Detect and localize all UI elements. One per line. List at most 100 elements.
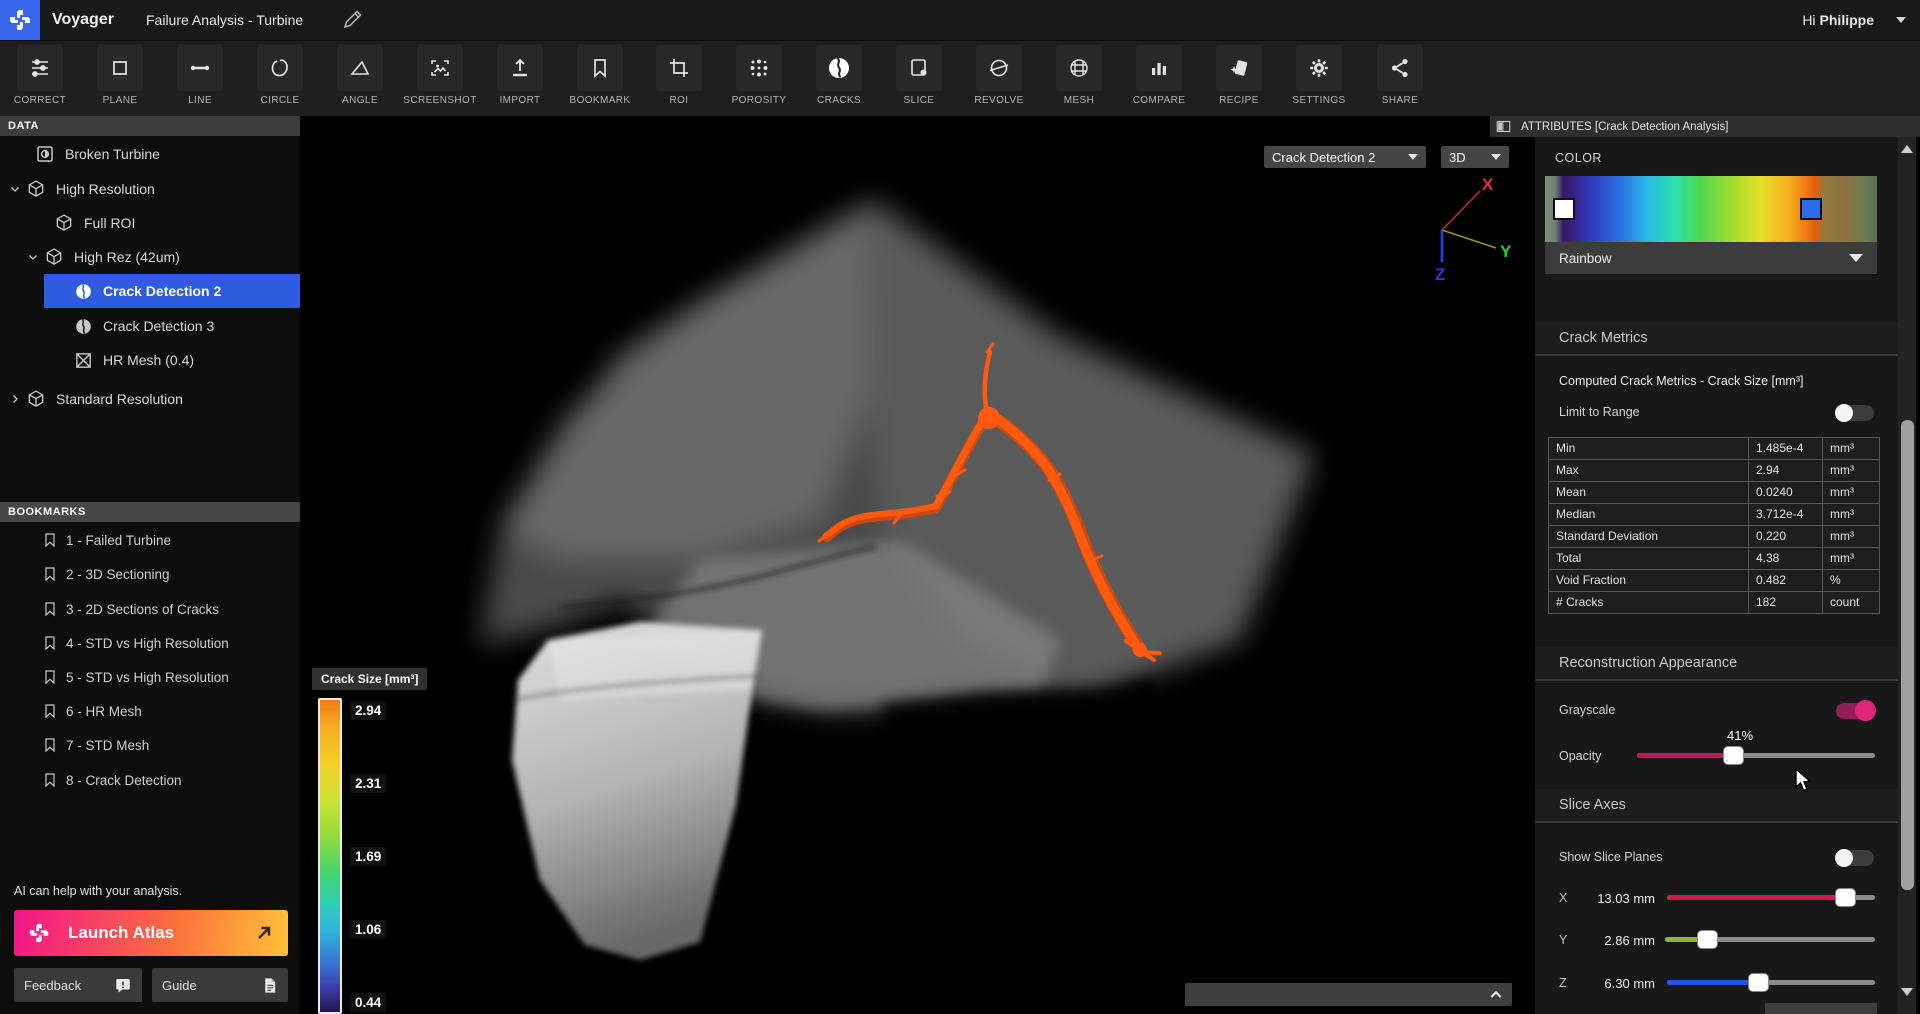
opacity-slider[interactable] — [1637, 746, 1875, 765]
metric-name: Median — [1549, 504, 1748, 525]
attributes-panel-header[interactable]: ATTRIBUTES [Crack Detection Analysis] — [1490, 116, 1920, 137]
toolbar-porosity-button[interactable]: POROSITY — [719, 45, 799, 115]
partial-input-box[interactable] — [1765, 1003, 1877, 1014]
tune-icon — [28, 56, 52, 80]
bookmark-icon — [40, 601, 60, 617]
toolbar-settings-button[interactable]: SETTINGS — [1279, 45, 1359, 115]
volume-cube-icon — [24, 389, 48, 409]
chevron-down-icon[interactable] — [6, 183, 24, 195]
toolbar-mesh-button[interactable]: MESH — [1039, 45, 1119, 115]
render-viewport[interactable]: Crack Detection 2 3D X Y Z Crack Size [m… — [300, 116, 1535, 1014]
toolbar-angle-button[interactable]: ANGLE — [320, 45, 400, 115]
crack-analysis-icon — [71, 317, 95, 336]
expand-bottom-panel-button[interactable] — [1185, 983, 1512, 1006]
tree-item-high-resolution[interactable]: High Resolution — [0, 172, 300, 206]
x-slice-slider-knob[interactable] — [1835, 888, 1856, 907]
legend-tick: 1.69 — [350, 847, 387, 866]
crack-metrics-section-header[interactable]: Crack Metrics — [1535, 322, 1898, 356]
panel-scrollbar[interactable] — [1898, 137, 1916, 1014]
x-axis-label: X — [1559, 891, 1568, 905]
metric-name: Mean — [1549, 482, 1748, 503]
toolbar-correct-button[interactable]: CORRECT — [0, 45, 80, 115]
toolbar-slice-button[interactable]: SLICE — [879, 45, 959, 115]
tree-item-hr-mesh[interactable]: HR Mesh (0.4) — [0, 343, 300, 377]
launch-atlas-button[interactable]: Launch Atlas — [14, 910, 288, 956]
cracks-icon — [826, 55, 852, 81]
bookmark-icon — [588, 56, 612, 80]
svg-text:Z: Z — [1435, 265, 1445, 284]
toolbar-line-button[interactable]: LINE — [160, 45, 240, 115]
z-slice-slider[interactable] — [1667, 973, 1875, 992]
recipe-icon — [1227, 56, 1251, 80]
toolbar-bookmark-button[interactable]: BOOKMARK — [560, 45, 640, 115]
bookmark-item[interactable]: 2 - 3D Sectioning — [0, 557, 300, 591]
scroll-up-arrow[interactable] — [1901, 145, 1913, 153]
toolbar-share-button[interactable]: SHARE — [1360, 45, 1440, 115]
colormap-handle-min[interactable] — [1553, 198, 1575, 220]
toolbar-plane-button[interactable]: PLANE — [80, 45, 160, 115]
tree-item-full-roi[interactable]: Full ROI — [0, 206, 300, 240]
bookmark-item[interactable]: 5 - STD vs High Resolution — [0, 660, 300, 694]
chevron-right-icon[interactable] — [6, 393, 24, 405]
show-slice-planes-toggle[interactable] — [1835, 849, 1874, 867]
tree-item-high-rez[interactable]: High Rez (42um) — [0, 240, 300, 274]
colormap-dropdown[interactable]: Rainbow — [1545, 242, 1877, 274]
layer-dropdown[interactable]: Crack Detection 2 — [1264, 146, 1426, 168]
guide-document-icon — [261, 977, 278, 994]
toolbar-compare-button[interactable]: COMPARE — [1119, 45, 1199, 115]
guide-button[interactable]: Guide — [152, 968, 288, 1002]
metric-unit: mm³ — [1823, 482, 1879, 503]
bookmark-item[interactable]: 1 - Failed Turbine — [0, 523, 300, 557]
toolbar-import-button[interactable]: IMPORT — [480, 45, 560, 115]
x-slice-slider[interactable] — [1667, 888, 1875, 907]
bookmark-item[interactable]: 6 - HR Mesh — [0, 694, 300, 728]
opacity-label: Opacity — [1559, 749, 1602, 763]
grayscale-toggle[interactable] — [1836, 700, 1876, 721]
tree-item-crack-detection-3[interactable]: Crack Detection 3 — [0, 309, 300, 343]
reconstruction-section-header[interactable]: Reconstruction Appearance — [1535, 647, 1898, 681]
toolbar-screenshot-button[interactable]: SCREENSHOT — [400, 45, 480, 115]
bookmark-icon — [40, 566, 60, 582]
toolbar-cracks-button[interactable]: CRACKS — [799, 45, 879, 115]
metric-value: 182 — [1749, 592, 1822, 613]
limit-to-range-toggle[interactable] — [1835, 404, 1874, 422]
colormap-handle-max[interactable] — [1800, 198, 1822, 220]
angle-icon — [348, 56, 372, 80]
scroll-down-arrow[interactable] — [1901, 988, 1913, 996]
opacity-slider-knob[interactable] — [1723, 746, 1744, 765]
project-title: Failure Analysis - Turbine — [146, 12, 304, 28]
edit-title-icon[interactable] — [342, 10, 362, 30]
y-slice-slider[interactable] — [1665, 930, 1875, 949]
dataset-icon — [33, 144, 57, 164]
metric-name: Standard Deviation — [1549, 526, 1748, 547]
legend-tick: 1.06 — [350, 920, 387, 939]
toolbar-revolve-button[interactable]: REVOLVE — [959, 45, 1039, 115]
scrollbar-thumb[interactable] — [1900, 420, 1914, 890]
user-menu[interactable]: Hi Philippe — [1802, 0, 1906, 40]
orientation-axes-gizmo[interactable]: X Y Z — [1408, 168, 1528, 286]
tree-item-broken-turbine[interactable]: Broken Turbine — [0, 137, 300, 171]
svg-text:Y: Y — [1500, 242, 1512, 261]
toolbar-recipe-button[interactable]: RECIPE — [1199, 45, 1279, 115]
colormap-gradient-bar[interactable] — [1545, 176, 1877, 242]
z-slice-slider-knob[interactable] — [1748, 973, 1769, 992]
chevron-down-icon[interactable] — [24, 251, 42, 263]
view-mode-dropdown[interactable]: 3D — [1441, 146, 1509, 168]
toolbar-circle-button[interactable]: CIRCLE — [240, 45, 320, 115]
feedback-button[interactable]: Feedback — [14, 968, 142, 1002]
bookmark-item[interactable]: 7 - STD Mesh — [0, 728, 300, 762]
y-slice-slider-knob[interactable] — [1697, 930, 1718, 949]
bookmark-item[interactable]: 4 - STD vs High Resolution — [0, 626, 300, 660]
tree-item-standard-resolution[interactable]: Standard Resolution — [0, 382, 300, 416]
slice-axes-section-header[interactable]: Slice Axes — [1535, 789, 1898, 823]
tree-item-crack-detection-2[interactable]: Crack Detection 2 — [0, 274, 300, 308]
voyager-logo-icon[interactable] — [0, 0, 40, 40]
bookmark-item[interactable]: 3 - 2D Sections of Cracks — [0, 592, 300, 626]
volume-cube-icon — [42, 247, 66, 267]
metric-value: 3.712e-4 — [1749, 504, 1822, 525]
atlas-logo-icon — [28, 922, 50, 944]
bookmark-item[interactable]: 8 - Crack Detection — [0, 763, 300, 797]
panel-layout-icon — [1496, 120, 1511, 133]
crack-analysis-icon — [71, 282, 95, 301]
toolbar-roi-button[interactable]: ROI — [639, 45, 719, 115]
